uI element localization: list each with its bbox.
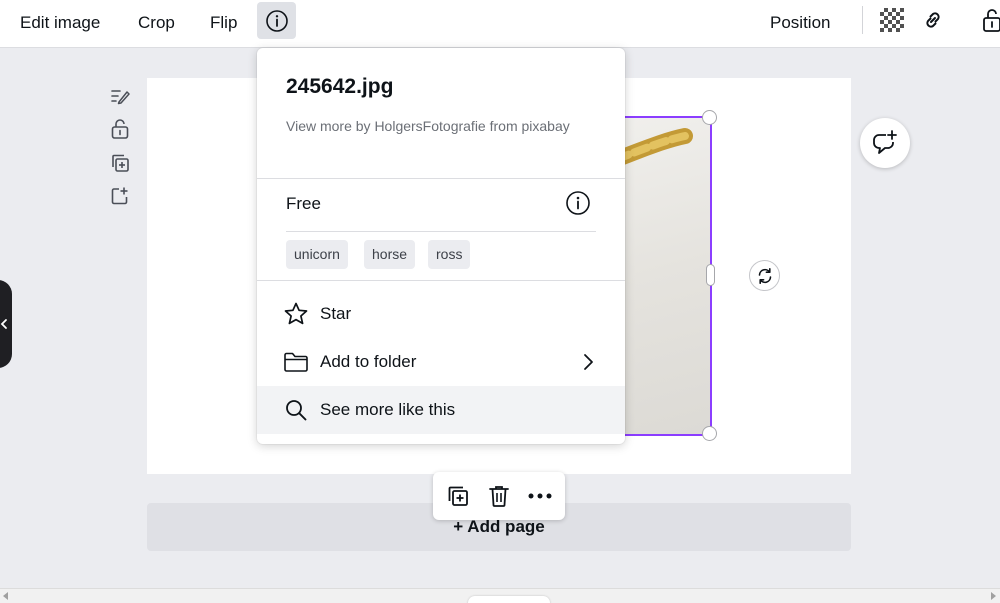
resize-handle-top-right[interactable] bbox=[702, 110, 717, 125]
info-icon bbox=[265, 9, 288, 32]
image-filename: 245642.jpg bbox=[286, 75, 394, 98]
transparency-button[interactable] bbox=[876, 5, 908, 35]
delete-button[interactable] bbox=[484, 482, 514, 510]
add-comment-icon bbox=[873, 130, 897, 154]
creator-credit-link[interactable]: View more by HolgersFotografie from pixa… bbox=[286, 115, 586, 138]
add-to-folder-label: Add to folder bbox=[320, 352, 417, 371]
page-navigator-pill[interactable] bbox=[468, 596, 550, 603]
see-more-like-this-action[interactable]: See more like this bbox=[257, 386, 625, 434]
more-icon bbox=[528, 493, 552, 499]
element-mini-toolbar bbox=[433, 472, 565, 520]
license-info-button[interactable] bbox=[565, 190, 591, 216]
star-action[interactable]: Star bbox=[257, 290, 625, 338]
keyword-tag[interactable]: horse bbox=[364, 240, 416, 269]
more-options-button[interactable] bbox=[525, 482, 555, 510]
search-icon bbox=[283, 398, 309, 422]
star-icon bbox=[283, 302, 309, 326]
resize-handle-bottom-right[interactable] bbox=[702, 426, 717, 441]
toolbar-divider bbox=[862, 6, 863, 34]
notes-button[interactable] bbox=[108, 84, 132, 108]
image-info-popover: 245642.jpg View more by HolgersFotografi… bbox=[257, 48, 625, 444]
divider bbox=[257, 178, 625, 179]
resize-handle-right[interactable] bbox=[706, 264, 715, 286]
flip-button[interactable]: Flip bbox=[204, 8, 243, 38]
scroll-right-arrow[interactable] bbox=[991, 592, 996, 600]
unlock-icon bbox=[111, 119, 129, 139]
license-label: Free bbox=[286, 194, 321, 213]
unlock-icon bbox=[983, 9, 1000, 32]
notes-icon bbox=[111, 90, 130, 105]
trash-icon bbox=[489, 486, 509, 507]
edit-image-button[interactable]: Edit image bbox=[14, 8, 106, 38]
folder-icon bbox=[283, 350, 309, 374]
position-button[interactable]: Position bbox=[764, 8, 836, 38]
chevron-left-icon bbox=[0, 319, 7, 329]
chevron-right-icon bbox=[584, 354, 593, 370]
see-more-like-this-label: See more like this bbox=[320, 400, 456, 419]
add-page-icon bbox=[111, 187, 128, 205]
info-button[interactable] bbox=[257, 2, 296, 39]
keyword-tag[interactable]: ross bbox=[428, 240, 471, 269]
duplicate-icon bbox=[112, 154, 129, 172]
lock-button[interactable] bbox=[975, 5, 1000, 35]
divider bbox=[286, 231, 596, 232]
add-page-side-button[interactable] bbox=[108, 184, 132, 208]
collapse-panel-handle[interactable] bbox=[0, 280, 12, 368]
top-toolbar: Edit image Crop Flip Position bbox=[0, 0, 1000, 48]
star-label: Star bbox=[320, 304, 352, 323]
add-to-folder-action[interactable]: Add to folder bbox=[257, 338, 625, 386]
info-icon bbox=[566, 191, 590, 215]
duplicate-page-button[interactable] bbox=[108, 151, 132, 175]
rotate-icon bbox=[758, 267, 771, 284]
duplicate-button[interactable] bbox=[443, 482, 473, 510]
link-button[interactable] bbox=[917, 5, 949, 35]
add-comment-button[interactable] bbox=[860, 118, 910, 168]
transparency-icon bbox=[880, 8, 904, 32]
keyword-tag[interactable]: unicorn bbox=[286, 240, 348, 269]
duplicate-icon bbox=[448, 486, 468, 506]
link-icon bbox=[926, 12, 940, 28]
crop-button[interactable]: Crop bbox=[132, 8, 181, 38]
scroll-left-arrow[interactable] bbox=[3, 592, 8, 600]
rotate-button[interactable] bbox=[749, 260, 780, 291]
unlock-button[interactable] bbox=[108, 117, 132, 141]
divider bbox=[257, 280, 625, 281]
